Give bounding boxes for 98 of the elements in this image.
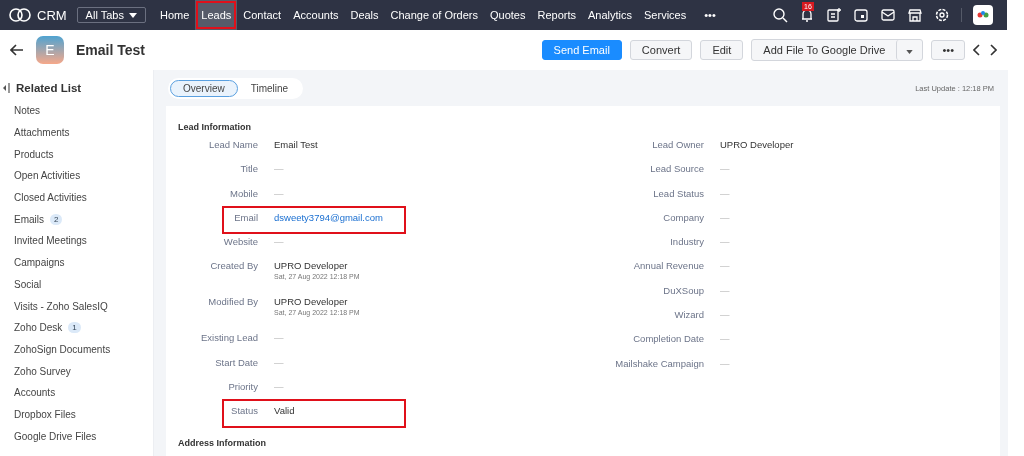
store-icon[interactable]	[907, 7, 923, 23]
related-list-item[interactable]: Zoho Survey	[14, 365, 71, 377]
nav-tab[interactable]: Quotes	[484, 0, 532, 30]
back-arrow-icon[interactable]	[10, 44, 24, 56]
nav-tab[interactable]: Leads	[195, 0, 238, 30]
field-value: UPRO Developer	[274, 296, 349, 308]
field-value: —	[274, 187, 284, 199]
next-icon[interactable]	[989, 44, 997, 56]
field-value: Valid	[274, 405, 295, 417]
field-label: Lead Source	[649, 163, 704, 175]
count-badge: 1	[68, 322, 81, 334]
field-value: UPRO Developer	[720, 139, 794, 150]
related-list-item[interactable]: Notes	[14, 105, 41, 117]
field-label: Company	[662, 211, 704, 223]
related-list-item[interactable]: ZohoSign Documents	[14, 343, 111, 355]
field-label: Lead Status	[652, 187, 704, 199]
field-value: —	[274, 381, 284, 393]
add-file-button[interactable]: Add File To Google Drive	[752, 40, 897, 60]
nav-tab[interactable]: Contact	[237, 0, 288, 30]
field-label: Start Date	[214, 356, 258, 368]
field-value: —	[720, 333, 730, 345]
field-label: Wizard	[673, 309, 704, 321]
field-value: —	[720, 211, 730, 223]
previous-icon[interactable]	[973, 44, 981, 56]
caret-icon	[906, 50, 914, 54]
brand-name: CRM	[37, 7, 67, 23]
field-label: Existing Lead	[199, 332, 258, 344]
field-label: Completion Date	[632, 333, 704, 345]
field-value: —	[274, 332, 284, 344]
related-list-item[interactable]: Open Activities	[14, 170, 81, 182]
field-label: Modified By	[207, 296, 258, 308]
more-tabs-button[interactable]: •••	[698, 0, 722, 30]
field-value: —	[720, 236, 730, 248]
field-value: —	[720, 163, 730, 175]
field-label: Email	[233, 211, 258, 223]
related-list-item[interactable]: Accounts	[14, 387, 56, 399]
nav-tab[interactable]: Change of Orders	[384, 0, 484, 30]
email-link[interactable]: dsweety3794@gmail.com	[274, 211, 383, 223]
field-value: —	[274, 356, 284, 368]
field-label: Website	[222, 236, 258, 248]
field-value: —	[720, 357, 730, 369]
rings-logo-icon	[8, 7, 32, 23]
related-list-item[interactable]: Products	[14, 148, 54, 160]
sidebar-title: Related List	[16, 82, 82, 94]
nav-tab[interactable]: Reports	[531, 0, 582, 30]
related-list-item[interactable]: Closed Activities	[14, 192, 87, 204]
more-actions-button[interactable]: •••	[931, 40, 965, 60]
related-list-item[interactable]: Attachments	[14, 127, 70, 139]
related-list-item[interactable]: Zoho Desk	[14, 322, 63, 334]
field-label: DuXSoup	[662, 284, 704, 296]
field-label: Industry	[669, 236, 704, 248]
nav-tab[interactable]: Analytics	[582, 0, 639, 30]
app-launcher-icon[interactable]	[973, 5, 993, 25]
field-value: UPRO Developer	[274, 260, 349, 272]
nav-tab[interactable]: Deals	[344, 0, 385, 30]
field-value: —	[720, 260, 730, 272]
mail-icon[interactable]	[880, 7, 896, 23]
all-tabs-dropdown[interactable]: All Tabs	[76, 7, 146, 23]
section-title: Lead Information	[178, 122, 252, 132]
field-value: —	[720, 187, 730, 199]
field-label: Lead Owner	[651, 139, 704, 150]
action-button[interactable]: Convert	[629, 40, 693, 60]
related-list-item[interactable]: Dropbox Files	[14, 408, 76, 420]
note-add-icon[interactable]	[826, 7, 842, 23]
field-label: Title	[239, 163, 258, 175]
settings-icon[interactable]	[934, 7, 950, 23]
nav-tab[interactable]: Services	[638, 0, 693, 30]
view-tab[interactable]: Overview	[170, 79, 238, 97]
count-badge: 2	[50, 213, 63, 225]
collapse-icon[interactable]	[2, 83, 10, 93]
field-label: Mailshake Campaign	[614, 357, 704, 369]
nav-tab[interactable]: Home	[153, 0, 196, 30]
field-label: Status	[230, 405, 258, 417]
related-list-item[interactable]: Emails	[14, 213, 44, 225]
section-title: Address Information	[178, 437, 267, 448]
field-label: Priority	[227, 381, 258, 393]
related-list-item[interactable]: Visits - Zoho SalesIQ	[14, 300, 108, 312]
field-label: Created By	[209, 260, 258, 272]
field-value: —	[274, 163, 284, 175]
related-list-item[interactable]: Google Drive Files	[14, 430, 97, 442]
action-button[interactable]: Edit	[700, 40, 744, 60]
related-list-item[interactable]: Invited Meetings	[14, 235, 87, 247]
record-title: Email Test	[76, 42, 145, 58]
avatar: E	[36, 36, 64, 64]
related-list-item[interactable]: Campaigns	[14, 257, 65, 269]
view-tab[interactable]: Timeline	[237, 79, 302, 97]
nav-tab[interactable]: Accounts	[287, 0, 345, 30]
search-icon[interactable]	[772, 7, 788, 23]
calendar-icon[interactable]	[853, 7, 869, 23]
field-label: Lead Name	[207, 139, 258, 150]
caret-icon	[128, 12, 137, 18]
field-value: —	[720, 284, 730, 296]
field-label: Mobile	[229, 187, 258, 199]
field-value: Email Test	[274, 139, 318, 150]
field-label: Annual Revenue	[632, 260, 704, 272]
related-list-item[interactable]: Social	[14, 278, 42, 290]
field-value: —	[720, 309, 730, 321]
field-value: —	[274, 236, 284, 248]
